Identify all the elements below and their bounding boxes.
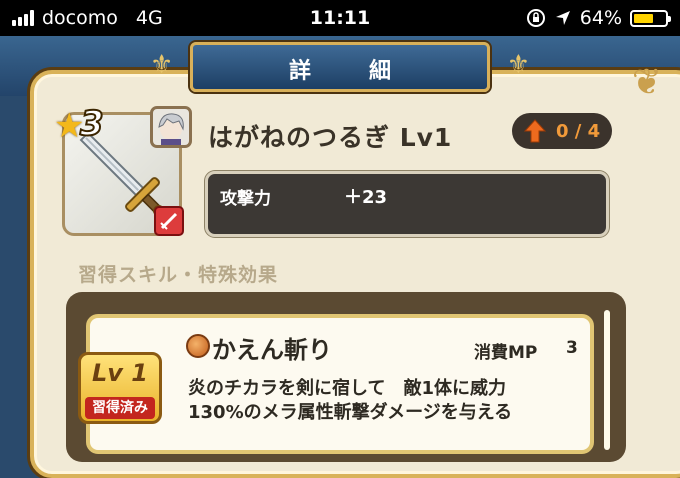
- status-bar: docomo 4G 11:11 64%: [0, 0, 680, 36]
- upgrade-counter[interactable]: 0 / 4: [512, 113, 612, 149]
- mp-cost-value: 3: [566, 338, 578, 358]
- skills-section-heading: 習得スキル・特殊効果: [78, 264, 279, 286]
- upgrade-arrow-icon: [524, 119, 546, 143]
- corner-ornament-icon: ❦: [631, 62, 662, 103]
- character-portrait-icon: [158, 113, 184, 145]
- sword-type-badge: [154, 206, 184, 236]
- fleur-de-lis-right-icon: ⚜: [506, 50, 530, 80]
- battery-fill: [634, 13, 654, 23]
- location-arrow-icon: [555, 11, 570, 25]
- skill-description-line-2: 130%のメラ属性斬撃ダメージを与える: [188, 402, 513, 423]
- rarity-count: 3: [79, 103, 105, 145]
- upgrade-count: 0 / 4: [556, 121, 601, 142]
- blade-type-icon: [160, 212, 178, 230]
- title-banner: 詳 細: [190, 42, 490, 92]
- skill-level: Lv 1: [92, 359, 148, 387]
- page-title: 詳 細: [288, 59, 409, 84]
- skill-description-line-1: 炎のチカラを剣に宿して 敵1体に威力: [188, 378, 506, 399]
- orientation-lock-icon: [526, 9, 545, 27]
- equipper-avatar[interactable]: [150, 106, 192, 148]
- battery-icon: [630, 9, 671, 27]
- stats-panel: 攻撃力 ＋23: [205, 171, 609, 237]
- skill-level-badge: Lv 1 習得済み: [78, 352, 162, 424]
- skills-scrollbar[interactable]: [604, 310, 610, 450]
- fire-element-icon: [186, 334, 210, 358]
- stat-value-attack: ＋23: [344, 187, 388, 208]
- status-right: 64%: [526, 7, 671, 29]
- fleur-de-lis-left-icon: ⚜: [150, 50, 174, 80]
- mp-cost-label: 消費MP: [474, 343, 538, 363]
- battery-percent: 64%: [579, 7, 622, 29]
- skill-learned-status: 習得済み: [85, 397, 155, 419]
- stat-label-attack: 攻撃力: [220, 189, 271, 209]
- item-name: はがねのつるぎ Lv1: [208, 123, 453, 152]
- title-plate: ⚜ 詳 細 ⚜: [150, 42, 530, 92]
- skill-name: かえん斬り: [212, 336, 332, 364]
